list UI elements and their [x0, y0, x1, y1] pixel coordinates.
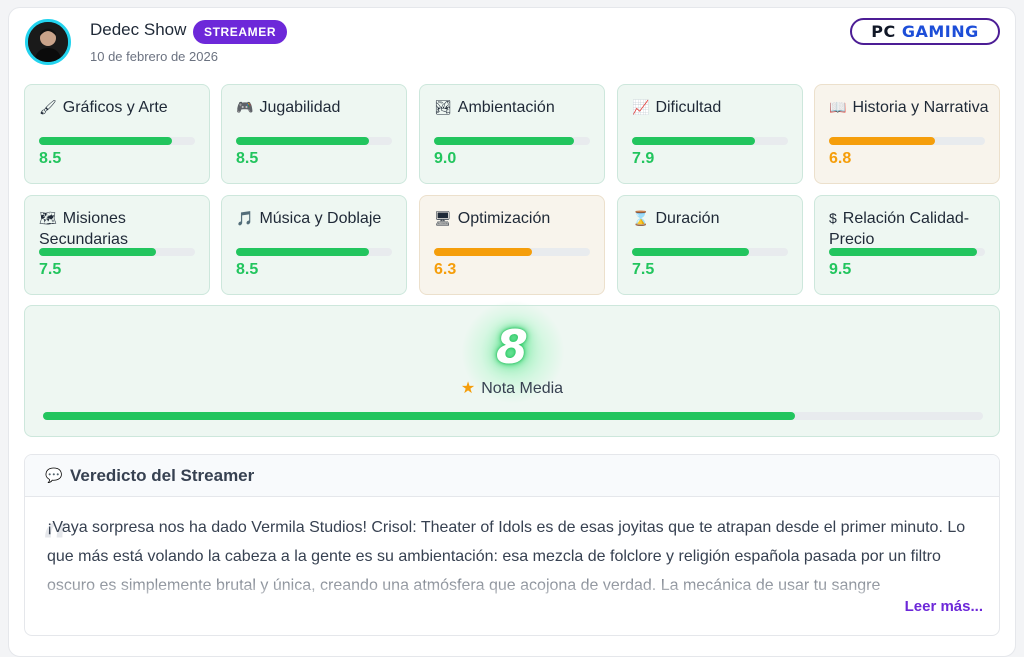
score-label-text: Música y Doblaje	[259, 210, 382, 227]
score-tile: 🖌 Gráficos y Arte 8.5	[24, 84, 210, 184]
score-value: 7.5	[39, 261, 62, 278]
streamer-avatar[interactable]	[25, 19, 71, 65]
score-track	[39, 248, 195, 256]
score-bar	[829, 137, 936, 145]
read-more-link[interactable]: Leer más...	[905, 598, 983, 615]
score-tile: 🎵 Música y Doblaje 8.5	[221, 195, 407, 295]
score-bar	[829, 248, 978, 256]
average-score-track	[43, 412, 983, 420]
star-icon: ★	[460, 380, 476, 397]
score-label: 🎵 Música y Doblaje	[236, 208, 398, 229]
category-icon: 🗺	[39, 210, 57, 226]
score-value: 9.5	[829, 261, 852, 278]
verdict-header: 💬 Veredicto del Streamer	[25, 455, 999, 497]
score-label: 🖥 Optimización	[434, 208, 596, 229]
score-bar	[236, 137, 369, 145]
verdict-fade	[25, 563, 999, 603]
score-label-text: Dificultad	[655, 99, 722, 116]
score-bar	[236, 248, 369, 256]
score-track	[829, 137, 985, 145]
average-score-panel: 8 ★ Nota Media	[24, 300, 1000, 437]
score-track	[236, 248, 392, 256]
score-tile: $ Relación Calidad-Precio 9.5	[814, 195, 1000, 295]
score-value: 7.5	[632, 261, 655, 278]
score-bar	[632, 248, 749, 256]
streamer-name[interactable]: Dedec Show	[90, 20, 186, 40]
score-bar	[39, 248, 156, 256]
score-bar	[434, 248, 533, 256]
score-tile: 🗺 Misiones Secundarias 7.5	[24, 195, 210, 295]
score-track	[434, 248, 590, 256]
streamer-verdict: 💬 Veredicto del Streamer “ ¡Vaya sorpres…	[24, 454, 1000, 636]
score-bar	[632, 137, 756, 145]
pc-gaming-logo: PC GAMING	[850, 18, 1000, 45]
category-icon: $	[829, 210, 837, 226]
score-tile: 🖥 Optimización 6.3	[419, 195, 605, 295]
score-label-text: Ambientación	[457, 99, 555, 116]
score-bar	[434, 137, 575, 145]
logo-pc-text: PC	[871, 22, 896, 41]
score-track	[434, 137, 590, 145]
score-value: 7.9	[632, 150, 655, 167]
score-label: 📖 Historia y Narrativa	[829, 97, 991, 118]
score-label: $ Relación Calidad-Precio	[829, 208, 991, 250]
score-track	[236, 137, 392, 145]
score-value: 8.5	[236, 150, 259, 167]
score-bar	[39, 137, 172, 145]
score-label-text: Optimización	[457, 210, 551, 227]
review-date: 10 de febrero de 2026	[90, 49, 218, 64]
category-icon: 🎮	[236, 99, 254, 115]
score-value: 6.8	[829, 150, 852, 167]
score-label-text: Relación Calidad-Precio	[829, 210, 970, 248]
average-score-label: Nota Media	[481, 380, 564, 397]
score-tile: ⌛ Duración 7.5	[617, 195, 803, 295]
score-label-text: Duración	[655, 210, 720, 227]
category-icon: 🏞	[434, 99, 452, 115]
score-tile: 🏞 Ambientación 9.0	[419, 84, 605, 184]
category-icon: 🎵	[236, 210, 254, 226]
average-score-bar	[43, 412, 795, 420]
score-value: 9.0	[434, 150, 457, 167]
category-icon: 🖥	[434, 210, 452, 226]
score-label: ⌛ Duración	[632, 208, 794, 229]
average-score-caption: ★ Nota Media	[25, 378, 999, 398]
score-track	[632, 248, 788, 256]
streamer-badge: STREAMER	[193, 20, 288, 44]
score-track	[39, 137, 195, 145]
score-value: 6.3	[434, 261, 457, 278]
category-icon: 🖌	[39, 99, 57, 115]
speech-bubble-icon: 💬	[45, 467, 63, 483]
score-label-text: Gráficos y Arte	[62, 99, 168, 116]
logo-gaming-text: GAMING	[901, 22, 979, 41]
category-icon: 📖	[829, 99, 847, 115]
average-score-value: 8	[495, 320, 528, 374]
score-tile: 📖 Historia y Narrativa 6.8	[814, 84, 1000, 184]
category-icon: 📈	[632, 99, 650, 115]
verdict-title: Veredicto del Streamer	[70, 466, 255, 485]
score-track	[632, 137, 788, 145]
score-label: 🗺 Misiones Secundarias	[39, 208, 201, 250]
score-value: 8.5	[236, 261, 259, 278]
score-tile: 🎮 Jugabilidad 8.5	[221, 84, 407, 184]
score-label-text: Historia y Narrativa	[852, 99, 989, 116]
score-tile: 📈 Dificultad 7.9	[617, 84, 803, 184]
score-value: 8.5	[39, 150, 62, 167]
score-label: 📈 Dificultad	[632, 97, 794, 118]
score-label: 🎮 Jugabilidad	[236, 97, 398, 118]
score-label: 🏞 Ambientación	[434, 97, 596, 118]
category-icon: ⌛	[632, 210, 650, 226]
score-label: 🖌 Gráficos y Arte	[39, 97, 201, 118]
score-track	[829, 248, 985, 256]
score-label-text: Jugabilidad	[259, 99, 341, 116]
